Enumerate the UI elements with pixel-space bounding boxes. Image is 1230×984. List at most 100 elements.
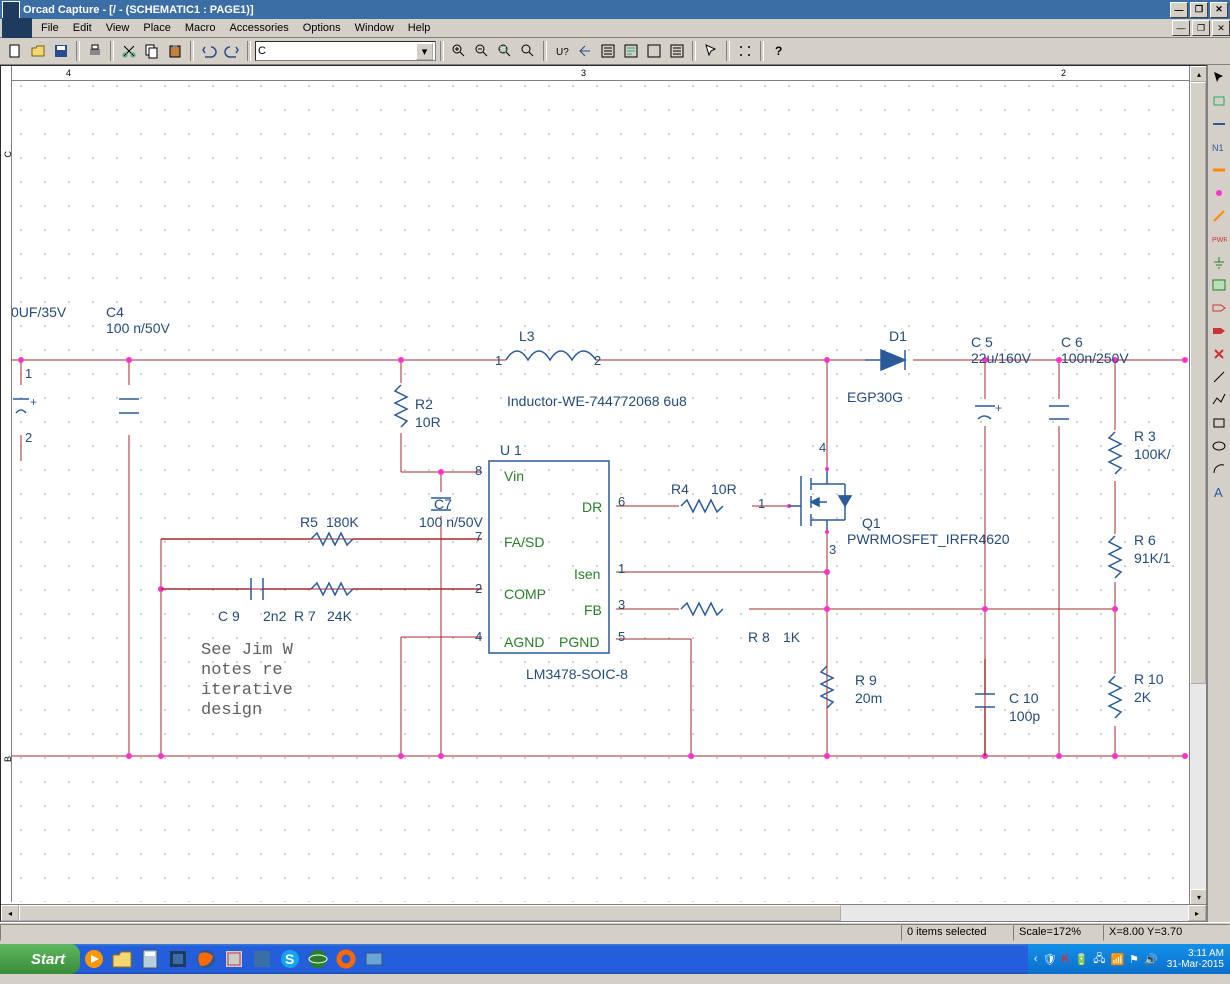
taskbar-media-player-icon[interactable] <box>82 947 106 971</box>
taskbar-explorer-icon[interactable] <box>110 947 134 971</box>
tray-chevron-left-icon[interactable]: ‹ <box>1034 953 1038 965</box>
r6-ref[interactable]: R 6 <box>1134 532 1156 548</box>
doc-restore-button[interactable]: ❐ <box>1192 20 1210 36</box>
help-icon[interactable]: ? <box>768 40 790 62</box>
r2-ref[interactable]: R2 <box>415 396 433 412</box>
r3-ref[interactable]: R 3 <box>1134 428 1156 444</box>
taskbar-earth-icon[interactable] <box>306 947 330 971</box>
c5-val[interactable]: 22u/160V <box>971 350 1031 366</box>
open-icon[interactable] <box>27 40 49 62</box>
place-offpage-icon[interactable] <box>1208 320 1230 342</box>
tray-battery-icon[interactable]: 🔋 <box>1074 953 1088 966</box>
c9-val[interactable]: 2n2 <box>263 608 286 624</box>
zoom-out-icon[interactable] <box>471 40 493 62</box>
redo-icon[interactable] <box>221 40 243 62</box>
r6-val[interactable]: 91K/1 <box>1134 550 1171 566</box>
r7-ref[interactable]: R 7 <box>294 608 316 624</box>
r8-ref[interactable]: R 8 <box>748 629 770 645</box>
taskbar-app1-icon[interactable] <box>222 947 246 971</box>
place-rectangle-icon[interactable] <box>1208 412 1230 434</box>
doc-close-button[interactable]: ✕ <box>1212 20 1230 36</box>
u1-type[interactable]: LM3478-SOIC-8 <box>526 666 628 682</box>
menu-file[interactable]: File <box>34 20 66 36</box>
menu-edit[interactable]: Edit <box>66 20 99 36</box>
menu-macro[interactable]: Macro <box>178 20 223 36</box>
menu-options[interactable]: Options <box>296 20 348 36</box>
tray-volume-icon[interactable]: 🔊 <box>1144 953 1158 966</box>
taskbar-skype-icon[interactable]: S <box>278 947 302 971</box>
snap-to-grid-icon[interactable] <box>734 40 756 62</box>
c7-ref[interactable]: C7 <box>434 496 452 512</box>
place-text-icon[interactable]: A <box>1208 481 1230 503</box>
taskbar-app2-icon[interactable] <box>250 947 274 971</box>
copy-icon[interactable] <box>141 40 163 62</box>
c6-val[interactable]: 100n/250V <box>1061 350 1129 366</box>
drc-icon[interactable] <box>597 40 619 62</box>
c6-ref[interactable]: C 6 <box>1061 334 1083 350</box>
taskbar-calc-icon[interactable] <box>138 947 162 971</box>
select-icon[interactable] <box>700 40 722 62</box>
new-icon[interactable] <box>4 40 26 62</box>
r2-val[interactable]: 10R <box>415 414 441 430</box>
zoom-area-icon[interactable] <box>494 40 516 62</box>
r9-ref[interactable]: R 9 <box>855 672 877 688</box>
menu-help[interactable]: Help <box>401 20 438 36</box>
zoom-fit-icon[interactable] <box>517 40 539 62</box>
print-icon[interactable] <box>84 40 106 62</box>
l3-type[interactable]: Inductor-WE-744772068 6u8 <box>507 393 687 409</box>
r4-val[interactable]: 10R <box>711 481 737 497</box>
horizontal-scrollbar[interactable]: ◂ ▸ <box>1 904 1206 921</box>
scroll-up-icon[interactable]: ▴ <box>1190 66 1207 82</box>
tray-clock[interactable]: 3:11 AM 31-Mar-2015 <box>1167 948 1224 970</box>
cross-ref-icon[interactable] <box>643 40 665 62</box>
place-hier-block-icon[interactable] <box>1208 274 1230 296</box>
place-bus-entry-icon[interactable] <box>1208 205 1230 227</box>
r4-ref[interactable]: R4 <box>671 481 689 497</box>
taskbar-firefox-icon[interactable] <box>194 947 218 971</box>
r10-ref[interactable]: R 10 <box>1134 671 1164 687</box>
place-net-alias-icon[interactable]: N1 <box>1208 136 1230 158</box>
place-ellipse-icon[interactable] <box>1208 435 1230 457</box>
tray-shield-icon[interactable]: 🛡 <box>1043 953 1057 966</box>
r7-val[interactable]: 24K <box>327 608 352 624</box>
place-polyline-icon[interactable] <box>1208 389 1230 411</box>
vertical-scrollbar[interactable]: ▴ ▾ <box>1189 66 1206 905</box>
d1-type[interactable]: EGP30G <box>847 389 903 405</box>
r3-val[interactable]: 100K/ <box>1134 446 1171 462</box>
place-ground-icon[interactable] <box>1208 251 1230 273</box>
c4-ref[interactable]: C4 <box>106 304 124 320</box>
menu-window[interactable]: Window <box>348 20 401 36</box>
save-icon[interactable] <box>50 40 72 62</box>
r5-ref[interactable]: R5 <box>300 514 318 530</box>
arrow-icon[interactable] <box>1208 67 1230 89</box>
r10-val[interactable]: 2K <box>1134 689 1151 705</box>
place-arc-icon[interactable] <box>1208 458 1230 480</box>
scroll-down-icon[interactable]: ▾ <box>1190 889 1207 905</box>
l3-ref[interactable]: L3 <box>519 328 535 344</box>
start-button[interactable]: Start <box>0 944 80 974</box>
place-noconnect-icon[interactable] <box>1208 343 1230 365</box>
taskbar-app4-icon[interactable] <box>362 947 386 971</box>
cut-icon[interactable] <box>118 40 140 62</box>
c10-val[interactable]: 100p <box>1009 708 1040 724</box>
menu-accessories[interactable]: Accessories <box>222 20 295 36</box>
menu-view[interactable]: View <box>99 20 137 36</box>
back-annotate-icon[interactable] <box>574 40 596 62</box>
undo-icon[interactable] <box>198 40 220 62</box>
r5-val[interactable]: 180K <box>326 514 359 530</box>
bom-icon[interactable] <box>666 40 688 62</box>
place-junction-icon[interactable] <box>1208 182 1230 204</box>
c5-ref[interactable]: C 5 <box>971 334 993 350</box>
q1-ref[interactable]: Q1 <box>862 515 881 531</box>
place-wire-icon[interactable] <box>1208 113 1230 135</box>
q1-type[interactable]: PWRMOSFET_IRFR4620 <box>847 531 1010 547</box>
r9-val[interactable]: 20m <box>855 690 882 706</box>
tray-network-icon[interactable]: 🖧 <box>1093 950 1105 969</box>
place-port-icon[interactable] <box>1208 297 1230 319</box>
c9-ref[interactable]: C 9 <box>218 608 240 624</box>
tray-signal-icon[interactable]: 📶 <box>1110 953 1124 966</box>
part-combo[interactable]: C ▾ <box>255 41 436 61</box>
taskbar-app3-icon[interactable] <box>334 947 358 971</box>
doc-minimize-button[interactable]: — <box>1172 20 1190 36</box>
c10-ref[interactable]: C 10 <box>1009 690 1039 706</box>
